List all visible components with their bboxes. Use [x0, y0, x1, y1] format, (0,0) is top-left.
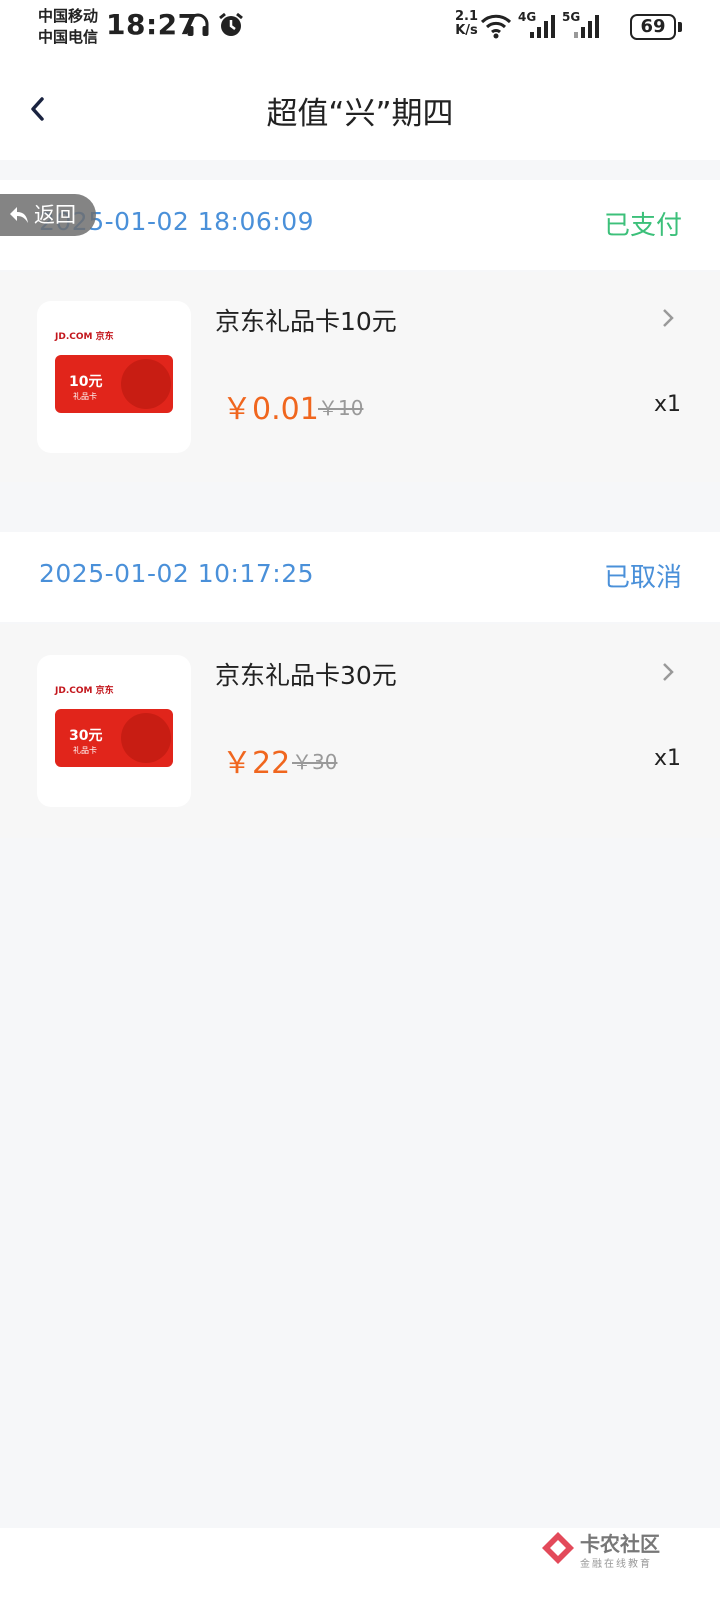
- headphones-icon: [187, 13, 209, 36]
- wifi-icon: [480, 14, 512, 39]
- network-speed: 2.1 K/s: [455, 10, 478, 38]
- carrier-2: 中国电信: [38, 28, 99, 46]
- order-time: 2025-01-02 10:17:25: [39, 559, 315, 588]
- carrier-1: 中国移动: [38, 7, 99, 25]
- original-price: ￥30: [292, 750, 338, 774]
- jd-mascot-icon: [121, 713, 171, 763]
- chevron-right-icon[interactable]: [660, 660, 676, 684]
- product-name: 京东礼品卡10元: [215, 307, 397, 336]
- product-thumbnail: JD.COM 京东 10元 礼品卡: [37, 301, 191, 453]
- order-header: 2025-01-02 10:17:25 已取消: [0, 532, 720, 622]
- watermark-title: 卡农社区: [580, 1532, 660, 1556]
- page-title: 超值“兴”期四: [266, 96, 454, 132]
- quantity: x1: [653, 746, 681, 771]
- original-price: ￥10: [318, 396, 364, 420]
- card-amount: 30元: [69, 728, 103, 744]
- battery-icon: 69: [630, 14, 676, 40]
- jd-mascot-icon: [121, 359, 171, 409]
- speed-value: 2.1: [455, 9, 479, 24]
- gift-card-image: 30元 礼品卡: [55, 709, 173, 767]
- gift-card-image: 10元 礼品卡: [55, 355, 173, 413]
- signal-icon: [530, 15, 555, 38]
- quantity: x1: [653, 392, 681, 417]
- card-sub: 礼品卡: [73, 746, 97, 755]
- signal-icon-2: [574, 15, 599, 38]
- carrier-labels: 中国移动 中国电信: [38, 6, 98, 48]
- speed-unit: K/s: [455, 23, 478, 38]
- kanong-logo-icon: [542, 1532, 574, 1564]
- battery-tip: [678, 22, 682, 32]
- card-sub: 礼品卡: [73, 392, 97, 401]
- product-name: 京东礼品卡30元: [215, 661, 397, 690]
- chevron-right-icon[interactable]: [660, 306, 676, 330]
- order-status: 已支付: [603, 211, 682, 241]
- float-back-button[interactable]: 返回: [0, 194, 96, 236]
- nav-header: 超值“兴”期四: [0, 58, 720, 160]
- order-header: 2025-01-02 18:06:09 已支付: [0, 180, 720, 270]
- reply-arrow-icon: [10, 207, 28, 223]
- status-time: 18:27: [106, 8, 198, 41]
- card-amount: 10元: [69, 374, 103, 390]
- product-thumbnail: JD.COM 京东 30元 礼品卡: [37, 655, 191, 807]
- jd-logo: JD.COM 京东: [55, 686, 114, 696]
- order-status: 已取消: [603, 563, 682, 593]
- watermark: 卡农社区 金融在线教育: [540, 1528, 680, 1572]
- product-price: ￥0.01: [222, 392, 319, 427]
- float-back-label: 返回: [34, 203, 76, 227]
- order-item[interactable]: JD.COM 京东 30元 礼品卡 京东礼品卡30元 ￥22 ￥30 x1: [0, 624, 720, 838]
- product-price: ￥22: [222, 746, 291, 781]
- status-bar: 中国移动 中国电信 18:27 2.1 K/s 4G 5G 69: [0, 0, 720, 58]
- jd-logo: JD.COM 京东: [55, 332, 114, 342]
- order-item[interactable]: JD.COM 京东 10元 礼品卡 京东礼品卡10元 ￥0.01 ￥10 x1: [0, 272, 720, 482]
- alarm-icon: [219, 12, 243, 36]
- watermark-subtitle: 金融在线教育: [580, 1559, 652, 1570]
